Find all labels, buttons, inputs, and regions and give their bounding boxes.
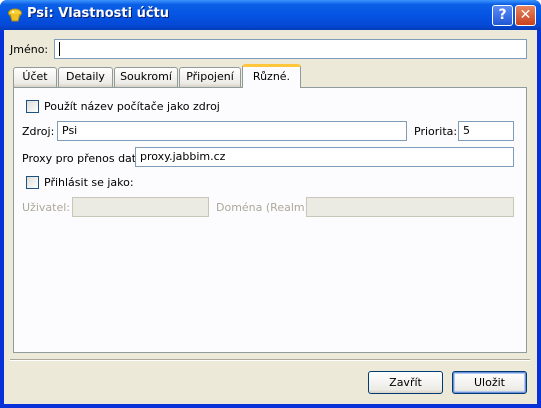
tab-account[interactable]: Účet xyxy=(13,67,57,87)
proxy-select[interactable]: proxy.jabbim.cz xyxy=(135,147,514,167)
name-label: Jméno: xyxy=(10,43,49,56)
save-button[interactable]: Uložit xyxy=(452,371,527,394)
help-button[interactable]: ? xyxy=(492,5,513,26)
tab-connection[interactable]: Připojení xyxy=(179,67,241,87)
text-cursor xyxy=(59,42,60,56)
account-properties-window: Psi: Vlastnosti účtu ? ✕ Jméno: Účet Det… xyxy=(0,0,541,408)
close-button[interactable]: Zavřít xyxy=(368,371,443,394)
psi-app-icon xyxy=(8,8,22,22)
priority-label: Priorita: xyxy=(414,125,458,138)
window-title: Psi: Vlastnosti účtu xyxy=(27,6,170,21)
close-icon: ✕ xyxy=(519,7,532,23)
user-label: Uživatel: xyxy=(22,201,70,214)
tab-details[interactable]: Detaily xyxy=(58,67,113,87)
user-input[interactable] xyxy=(72,197,209,217)
resource-input[interactable]: Psi xyxy=(57,121,407,141)
login-as-label: Přihlásit se jako: xyxy=(44,176,134,189)
help-icon: ? xyxy=(498,7,507,23)
realm-input[interactable] xyxy=(306,197,514,217)
tab-privacy[interactable]: Soukromí xyxy=(114,67,178,87)
close-window-button[interactable]: ✕ xyxy=(515,5,536,26)
misc-tab-panel: Použít název počítače jako zdroj Zdroj: … xyxy=(13,87,527,353)
login-as-checkbox[interactable] xyxy=(26,176,39,189)
priority-input[interactable]: 5 xyxy=(458,121,514,141)
use-hostname-checkbox[interactable] xyxy=(26,100,39,113)
use-hostname-label: Použít název počítače jako zdroj xyxy=(44,100,220,113)
dialog-body: Jméno: Účet Detaily Soukromí Připojení R… xyxy=(4,30,537,404)
button-separator xyxy=(10,359,530,361)
resource-label: Zdroj: xyxy=(22,125,55,138)
tab-misc[interactable]: Různé. xyxy=(242,64,301,88)
name-input[interactable] xyxy=(54,39,527,59)
title-bar[interactable]: Psi: Vlastnosti účtu ? ✕ xyxy=(0,0,541,30)
realm-label: Doména (Realm): xyxy=(216,201,313,214)
proxy-label: Proxy pro přenos dat: xyxy=(22,152,140,165)
